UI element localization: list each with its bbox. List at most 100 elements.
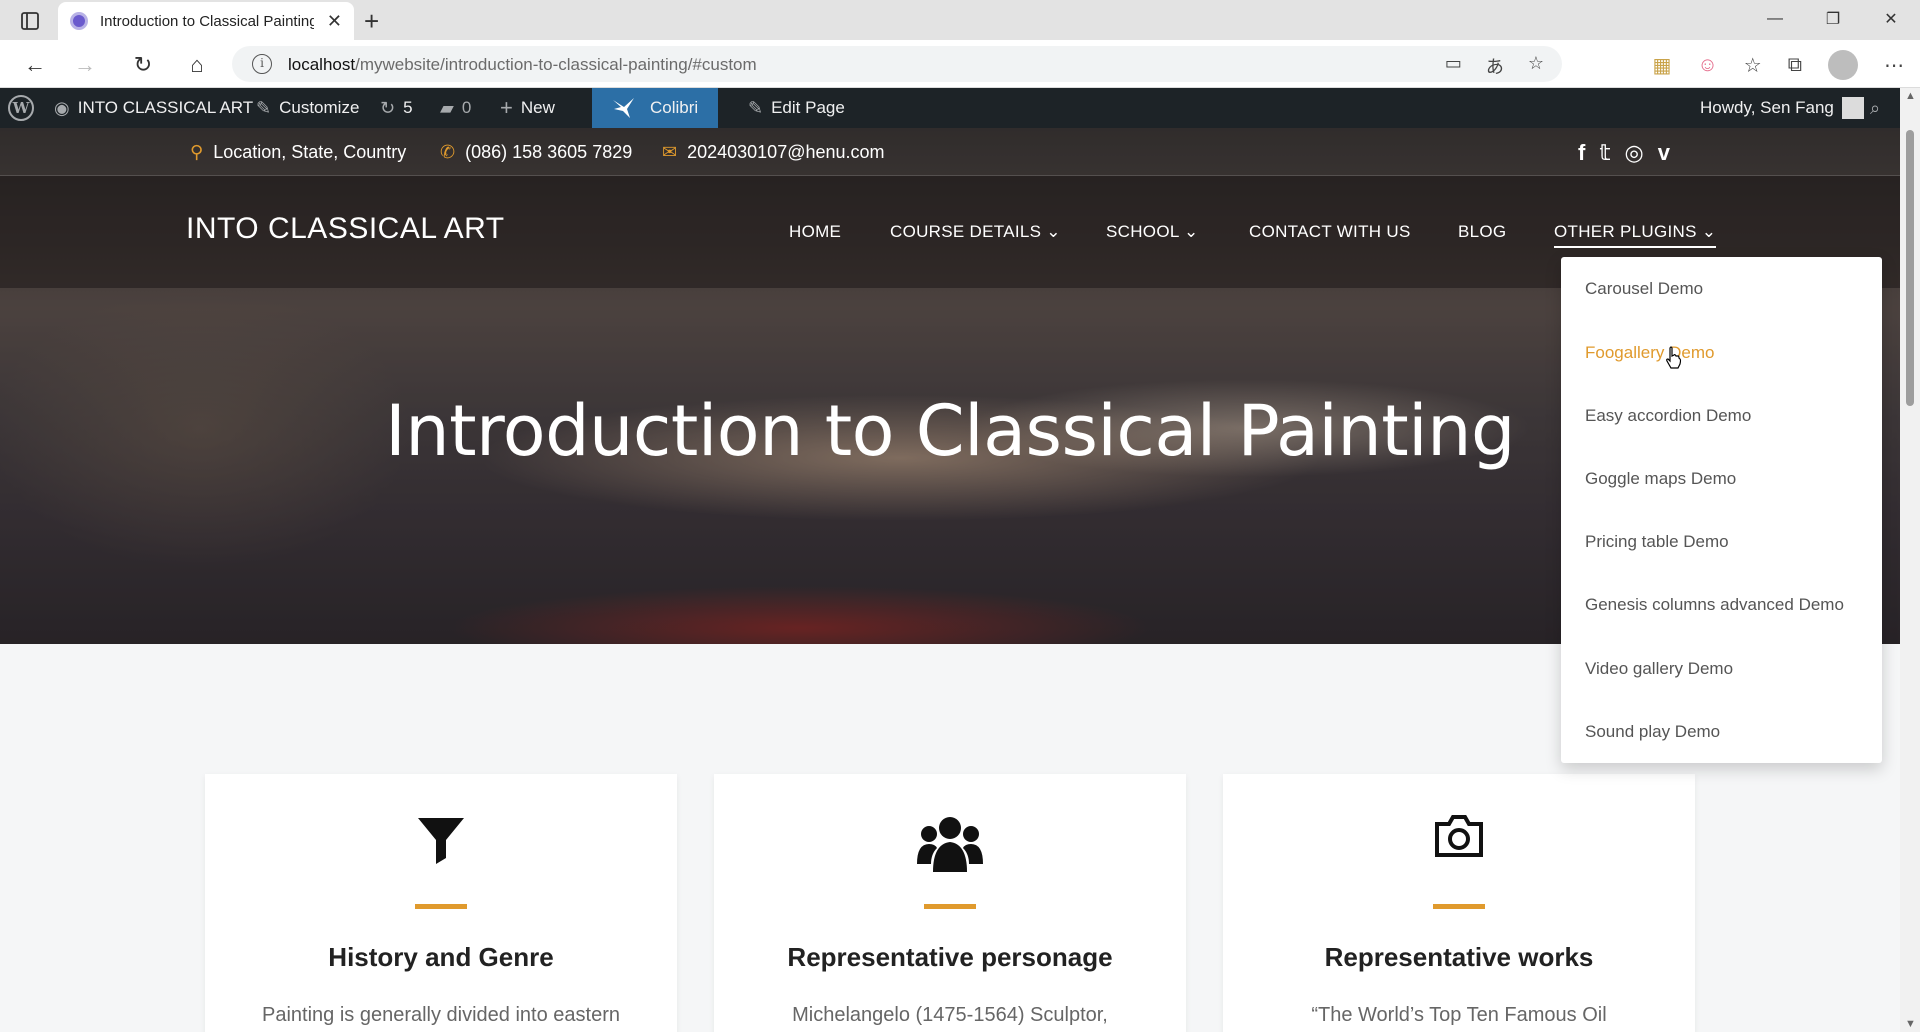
comments-link[interactable]: ▰ 0 [440,88,471,128]
reload-icon[interactable]: ↻ [130,52,156,78]
updates-icon: ↻ [380,97,396,118]
accent-divider [1433,904,1485,909]
browser-tabstrip: Introduction to Classical Painting ✕ + —… [0,0,1920,40]
address-bar-icons: ▭ あ ☆ [1445,53,1544,79]
chevron-down-icon: ⌄ [1046,222,1061,241]
camera-icon [1223,814,1695,874]
site-name-menu[interactable]: ◉ INTO CLASSICAL ART [54,88,253,128]
minimize-icon[interactable]: — [1746,0,1804,38]
wp-logo-menu[interactable]: W [8,88,34,128]
dropdown-item-video[interactable]: Video gallery Demo [1585,659,1733,679]
extension-cat-icon[interactable]: ☺ [1697,54,1717,77]
back-icon[interactable]: ← [22,52,48,78]
browser-toolbar: ← → ↻ ⌂ i localhost/mywebsite/introducti… [0,40,1920,88]
site-info-icon[interactable]: i [252,54,272,74]
page-scrollbar[interactable]: ▲ ▼ [1900,88,1920,1032]
email-info: ✉ 2024030107@henu.com [662,142,885,163]
new-content-menu[interactable]: + New [500,88,555,128]
menu-other-plugins[interactable]: OTHER PLUGINS ⌄ [1554,222,1717,248]
collections-icon[interactable]: ⧉ [1788,54,1802,77]
colibri-menu[interactable]: Colibri [592,88,719,128]
menu-school[interactable]: SCHOOL ⌄ [1106,222,1199,242]
restore-icon[interactable]: ❐ [1804,0,1862,38]
updates-link[interactable]: ↻ 5 [380,88,413,128]
dropdown-item-sound[interactable]: Sound play Demo [1585,722,1720,742]
scroll-up-icon[interactable]: ▲ [1905,90,1916,102]
site-favicon-icon [70,12,88,30]
site-title[interactable]: INTO CLASSICAL ART [186,212,505,246]
new-label: New [520,98,555,117]
more-menu-icon[interactable]: ⋯ [1884,53,1904,78]
address-bar[interactable]: i localhost/mywebsite/introduction-to-cl… [232,46,1562,82]
window-controls: — ❐ ✕ [1746,0,1920,38]
location-text: Location, State, Country [213,142,407,162]
my-account-menu[interactable]: Howdy, Sen Fang [1700,88,1864,128]
mail-icon: ✉ [662,142,678,162]
customize-label: Customize [279,98,360,117]
brush-icon: ✎ [256,97,272,118]
other-plugins-dropdown: Carousel Demo Foogallery Demo Easy accor… [1561,257,1882,763]
profile-avatar[interactable] [1828,50,1858,80]
card-text: Painting is generally divided into easte… [262,1004,620,1026]
instagram-icon[interactable]: ◎ [1624,140,1643,166]
feature-card-personage: Representative personage Michelangelo (1… [714,774,1186,1032]
howdy-label: Howdy, Sen Fang [1700,98,1834,117]
forward-icon[interactable]: → [72,52,98,78]
menu-contact[interactable]: CONTACT WITH US [1249,222,1411,242]
toolbar-right-icons: ▦ ☺ ☆ ⧉ ⋯ [1652,50,1904,80]
comment-icon: ▰ [440,97,454,118]
favorite-star-icon[interactable]: ☆ [1528,53,1544,79]
users-icon [714,814,1186,874]
dropdown-item-maps[interactable]: Goggle maps Demo [1585,469,1736,489]
map-pin-icon: ⚲ [190,142,204,162]
menu-course-details[interactable]: COURSE DETAILS ⌄ [890,222,1061,242]
comments-count: 0 [461,98,472,117]
accent-divider [924,904,976,909]
avatar [1841,97,1864,119]
extension-icon[interactable]: ▦ [1652,53,1671,78]
dashboard-icon: ◉ [54,97,70,118]
favorites-icon[interactable]: ☆ [1744,53,1762,78]
scrollbar-thumb[interactable] [1906,130,1914,406]
tab-actions-icon[interactable] [14,10,46,32]
edit-page-label: Edit Page [771,98,845,117]
accent-divider [415,904,467,909]
dropdown-item-genesis[interactable]: Genesis columns advanced Demo [1585,595,1844,615]
immersive-reader-icon[interactable]: ▭ [1445,53,1462,79]
admin-search[interactable]: ⌕ [1870,88,1880,128]
updates-count: 5 [403,98,413,117]
close-window-icon[interactable]: ✕ [1862,0,1920,38]
vimeo-icon[interactable]: v [1658,140,1670,166]
email-text: 2024030107@henu.com [687,142,885,162]
plus-icon: + [500,95,513,120]
card-title: Representative personage [787,942,1113,972]
dropdown-item-accordion[interactable]: Easy accordion Demo [1585,406,1751,426]
feature-card-works: Representative works “The World’s Top Te… [1223,774,1695,1032]
translate-icon[interactable]: あ [1486,53,1504,79]
new-tab-icon[interactable]: + [364,6,379,37]
card-title: Representative works [1324,942,1594,972]
colibri-label: Colibri [650,98,699,117]
dropdown-item-foogallery[interactable]: Foogallery Demo [1585,343,1714,363]
chevron-down-icon: ⌄ [1184,222,1199,241]
wordpress-icon: W [8,95,34,121]
edit-page-link[interactable]: ✎ Edit Page [748,88,845,128]
feature-card-history: History and Genre Painting is generally … [205,774,677,1032]
colibri-bird-icon [613,98,634,118]
scroll-down-icon[interactable]: ▼ [1905,1018,1916,1030]
dropdown-item-pricing[interactable]: Pricing table Demo [1585,532,1729,552]
facebook-icon[interactable]: f [1578,140,1585,166]
url-text[interactable]: localhost/mywebsite/introduction-to-clas… [288,55,757,75]
menu-home[interactable]: HOME [789,222,841,242]
wp-admin-bar: W ◉ INTO CLASSICAL ART ✎ Customize ↻ 5 ▰… [0,88,1900,128]
twitter-icon[interactable]: 𝕥 [1599,140,1610,166]
customize-link[interactable]: ✎ Customize [256,88,359,128]
menu-blog[interactable]: BLOG [1458,222,1506,242]
browser-tab[interactable]: Introduction to Classical Painting ✕ [58,2,354,40]
phone-icon: ✆ [440,142,456,162]
home-icon[interactable]: ⌂ [184,52,210,78]
dropdown-item-carousel[interactable]: Carousel Demo [1585,279,1703,299]
phone-text: (086) 158 3605 7829 [465,142,633,162]
close-tab-icon[interactable]: ✕ [327,11,342,32]
card-text: “The World’s Top Ten Famous Oil [1311,1004,1607,1026]
